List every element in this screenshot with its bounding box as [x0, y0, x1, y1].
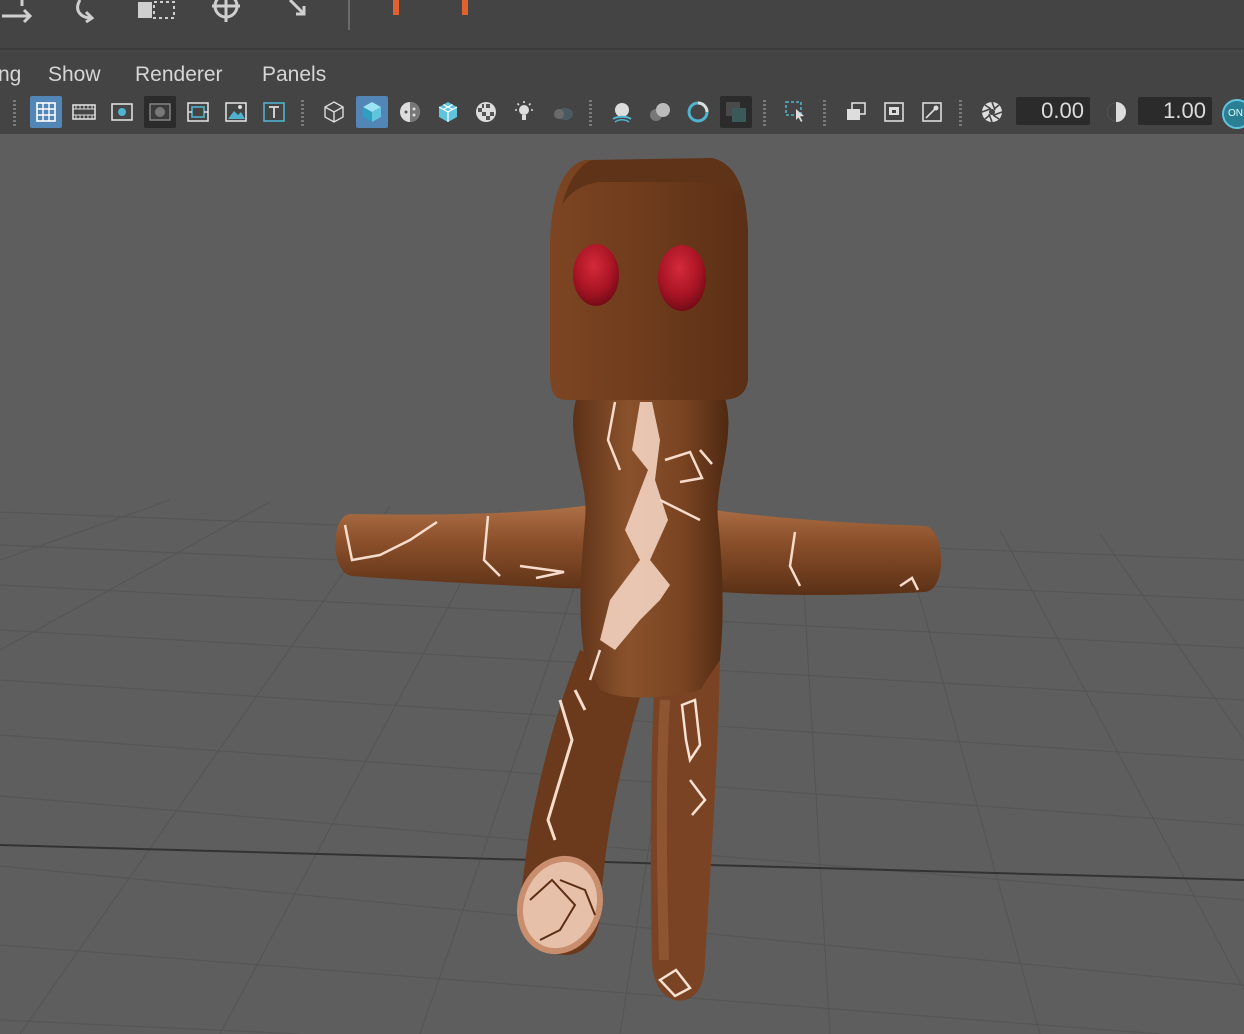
toolbar-separator — [301, 100, 304, 126]
image-plane-icon — [225, 102, 247, 122]
character-right-leg — [650, 660, 720, 1001]
screen-space-ao-icon — [612, 103, 632, 123]
toolbar-divider — [348, 0, 350, 30]
toolbar-separator — [589, 100, 592, 126]
exposure-field[interactable]: 0.00 — [1016, 97, 1090, 125]
top-tool-strip — [0, 0, 1244, 50]
select-camera-icon — [785, 101, 804, 122]
resolution-gate-icon — [111, 103, 133, 121]
use-lights-button[interactable] — [508, 96, 540, 128]
toolbar-separator — [13, 100, 16, 126]
image-plane-button[interactable] — [220, 96, 252, 128]
gamma-button[interactable] — [1100, 96, 1132, 128]
wireframe-button[interactable] — [318, 96, 350, 128]
depth-of-field-button[interactable] — [720, 96, 752, 128]
character-torso — [573, 390, 729, 698]
pivot-tool-icon[interactable] — [206, 0, 246, 24]
default-material-icon — [400, 102, 420, 122]
toolbar-strip — [0, 50, 1244, 58]
xray-icon — [884, 102, 904, 122]
3d-viewport[interactable] — [0, 134, 1244, 1034]
field-chart-icon — [187, 102, 209, 122]
toolbar-separator — [823, 100, 826, 126]
ambient-occlusion-button[interactable] — [606, 96, 638, 128]
film-gate-icon — [72, 104, 96, 120]
menu-show[interactable]: Show — [48, 63, 101, 87]
wireframe-cube-icon — [324, 101, 344, 123]
toolbar-separator — [763, 100, 766, 126]
gamma-icon — [1107, 102, 1126, 122]
exposure-button[interactable] — [976, 96, 1008, 128]
isolate-select-button[interactable] — [840, 96, 872, 128]
character-right-eye — [658, 245, 706, 311]
character-left-leg — [516, 650, 645, 955]
textured-button[interactable] — [470, 96, 502, 128]
default-material-button[interactable] — [394, 96, 426, 128]
film-gate-button[interactable] — [68, 96, 100, 128]
xray-joints-button[interactable] — [916, 96, 948, 128]
xray-joints-icon — [922, 102, 942, 122]
panel-toolbar: 0.00 1.00 — [0, 92, 1244, 135]
field-chart-button[interactable] — [182, 96, 214, 128]
text-overlay-icon — [263, 102, 285, 122]
color-management-toggle[interactable]: ON — [1222, 99, 1244, 129]
menu-renderer[interactable]: Renderer — [135, 63, 223, 87]
character-head — [550, 158, 748, 400]
rotate-tool-icon[interactable] — [70, 0, 110, 24]
character-left-eye — [573, 244, 619, 306]
panel-menu-bar: ng Show Renderer Panels — [0, 58, 1244, 92]
scale-tool-icon[interactable] — [136, 0, 180, 24]
smooth-shade-button[interactable] — [356, 96, 388, 128]
textured-icon — [476, 102, 496, 122]
select-camera-button[interactable] — [780, 96, 812, 128]
smooth-shade-cube-icon — [363, 102, 381, 122]
keyframe-tick — [462, 0, 468, 15]
menu-panels[interactable]: Panels — [262, 63, 326, 87]
soft-select-tool-icon[interactable] — [286, 0, 326, 24]
wireframe-on-shaded-button[interactable] — [432, 96, 464, 128]
wireframe-on-shaded-icon — [438, 102, 458, 122]
shadows-icon — [554, 108, 573, 120]
grid-icon — [36, 102, 56, 122]
toolbar-separator — [959, 100, 962, 126]
keyframe-tick — [393, 0, 399, 15]
menu-lighting[interactable]: ng — [0, 63, 21, 87]
anti-alias-button[interactable] — [682, 96, 714, 128]
move-tool-icon[interactable] — [0, 0, 40, 24]
motion-blur-icon — [650, 103, 670, 121]
gate-mask-button[interactable] — [144, 96, 176, 128]
exposure-icon — [981, 101, 1003, 123]
text-overlay-button[interactable] — [258, 96, 290, 128]
depth-of-field-icon — [726, 102, 746, 122]
gamma-field[interactable]: 1.00 — [1138, 97, 1212, 125]
gate-mask-icon — [149, 103, 171, 121]
anti-alias-icon — [687, 101, 709, 123]
viewport-scene — [0, 158, 1244, 1034]
xray-button[interactable] — [878, 96, 910, 128]
shadows-button[interactable] — [546, 96, 578, 128]
isolate-select-icon — [847, 102, 866, 120]
resolution-gate-button[interactable] — [106, 96, 138, 128]
motion-blur-button[interactable] — [644, 96, 676, 128]
use-lights-icon — [515, 101, 533, 120]
grid-button[interactable] — [30, 96, 62, 128]
